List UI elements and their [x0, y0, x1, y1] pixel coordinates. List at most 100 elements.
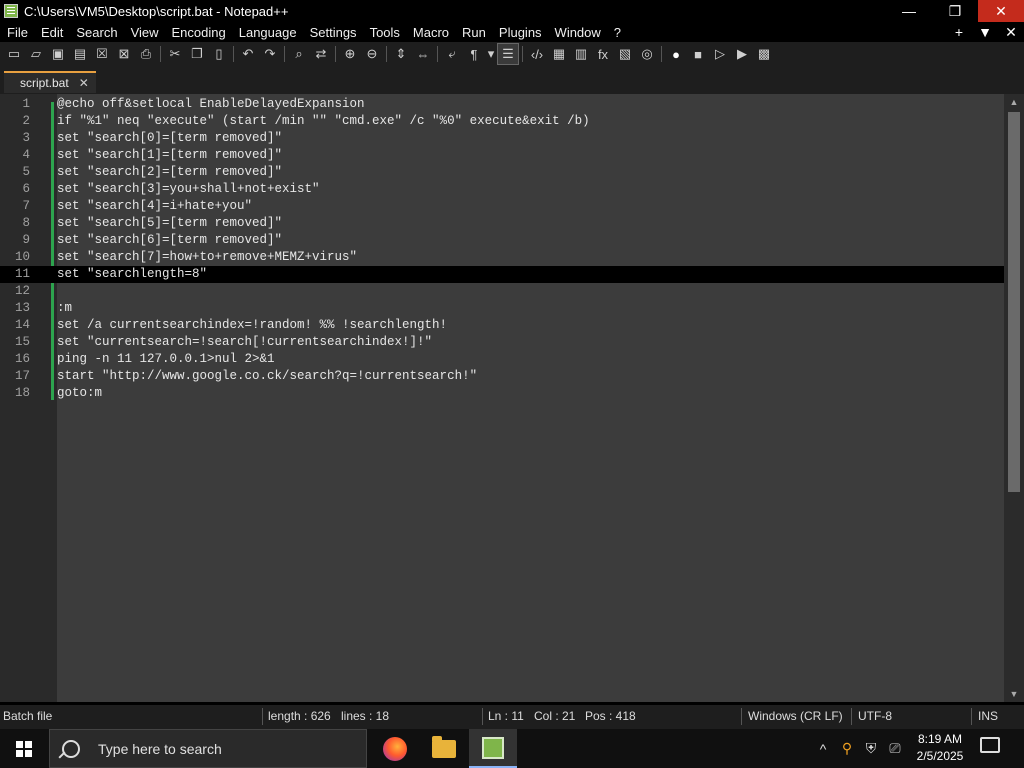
line-text: goto:m — [57, 386, 103, 400]
code-line[interactable]: 15 set "currentsearch=!search[!currentsea… — [0, 334, 1004, 351]
taskbar-search-box[interactable]: Type here to search — [49, 729, 367, 768]
menu-plugins[interactable]: Plugins — [492, 25, 548, 40]
menu-encoding[interactable]: Encoding — [165, 25, 232, 40]
code-line[interactable]: 9 set "search[6]=[term removed]" — [0, 232, 1004, 249]
menu-search[interactable]: Search — [69, 25, 123, 40]
record-macro-icon[interactable]: ● — [665, 43, 687, 65]
editor[interactable]: 1 @echo off&setlocal EnableDelayedExpansi… — [0, 94, 1024, 702]
play-macro-icon[interactable]: ▷ — [709, 43, 731, 65]
taskbar-firefox[interactable] — [371, 729, 419, 768]
folder-workspace-icon[interactable]: ▧ — [614, 43, 636, 65]
menu-edit[interactable]: Edit — [34, 25, 69, 40]
scroll-down-icon[interactable]: ▼ — [1004, 686, 1024, 702]
close-icon[interactable]: ☒ — [91, 43, 113, 65]
minimize-button[interactable]: — — [886, 0, 932, 22]
taskbar-file-explorer[interactable] — [420, 729, 468, 768]
code-line[interactable]: 7 set "search[4]=i+hate+you" — [0, 198, 1004, 215]
code-line[interactable]: 3 set "search[0]=[term removed]" — [0, 130, 1004, 147]
replace-icon[interactable]: ⇄ — [310, 43, 332, 65]
menu-file[interactable]: File — [0, 25, 34, 40]
code-line[interactable]: 18 goto:m — [0, 385, 1004, 402]
menu-macro[interactable]: Macro — [406, 25, 455, 40]
search-placeholder: Type here to search — [98, 740, 222, 757]
maximize-button[interactable]: ❐ — [932, 0, 978, 22]
firefox-icon — [383, 736, 407, 761]
code-line[interactable]: 12 — [0, 283, 1004, 300]
tab-script-bat[interactable]: script.bat ✕ — [4, 71, 96, 93]
save-all-icon[interactable]: ▤ — [69, 43, 91, 65]
word-wrap-icon[interactable]: ⤶ — [441, 43, 463, 65]
status-eol[interactable]: Windows (CR LF) — [748, 709, 843, 723]
find-icon[interactable]: ⌕ — [288, 43, 310, 65]
taskbar-clock[interactable]: 8:19 AM 2/5/2025 — [910, 731, 970, 765]
menu-view[interactable]: View — [124, 25, 165, 40]
menu-help[interactable]: ? — [607, 25, 627, 40]
redo-icon[interactable]: ↷ — [259, 43, 281, 65]
line-number: 2 — [22, 114, 30, 128]
cut-icon[interactable]: ✂ — [164, 43, 186, 65]
taskbar-notepad-plus-plus[interactable] — [469, 729, 517, 768]
scroll-thumb[interactable] — [1008, 112, 1020, 492]
sync-horizontal-icon[interactable]: ⇔ — [412, 43, 434, 65]
window-title: C:\Users\VM5\Desktop\script.bat - Notepa… — [24, 3, 289, 19]
new-tab-button[interactable]: + — [946, 24, 972, 40]
line-text: set "search[3]=you+shall+not+exist" — [57, 182, 320, 196]
show-hidden-icons-button[interactable]: ^ — [812, 729, 834, 768]
zoom-out-icon[interactable]: ⊖ — [361, 43, 383, 65]
menu-run[interactable]: Run — [455, 25, 492, 40]
tab-close-icon[interactable]: ✕ — [79, 76, 89, 90]
new-file-icon[interactable]: ▭ — [3, 43, 25, 65]
code-line[interactable]: 2 if "%1" neq "execute" (start /min "" "c… — [0, 113, 1004, 130]
save-macro-icon[interactable]: ▩ — [753, 43, 775, 65]
line-text: set "search[2]=[term removed]" — [57, 165, 283, 179]
start-button[interactable] — [0, 729, 48, 768]
copy-icon[interactable]: ❐ — [186, 43, 208, 65]
notification-icon[interactable] — [980, 737, 1000, 753]
show-all-chars-icon[interactable]: ¶ — [463, 43, 485, 65]
function-list-icon[interactable]: fx — [592, 43, 614, 65]
menu-settings[interactable]: Settings — [303, 25, 363, 40]
sync-vertical-icon[interactable]: ⇕ — [390, 43, 412, 65]
code-line[interactable]: 1 @echo off&setlocal EnableDelayedExpansi… — [0, 96, 1004, 113]
menu-language[interactable]: Language — [232, 25, 303, 40]
status-insert-mode[interactable]: INS — [978, 709, 998, 723]
code-line[interactable]: 17 start "http://www.google.co.ck/search?… — [0, 368, 1004, 385]
save-icon[interactable]: ▣ — [47, 43, 69, 65]
tab-list-dropdown[interactable]: ▼ — [972, 24, 998, 40]
code-line[interactable]: 10 set "search[7]=how+to+remove+MEMZ+viru… — [0, 249, 1004, 266]
status-encoding[interactable]: UTF-8 — [858, 709, 892, 723]
code-line[interactable]: 5 set "search[2]=[term removed]" — [0, 164, 1004, 181]
print-icon[interactable]: ⎙ — [135, 43, 157, 65]
menu-tools[interactable]: Tools — [363, 25, 406, 40]
toolbar-separator — [284, 46, 285, 62]
line-number: 11 — [14, 267, 30, 281]
close-window-button[interactable]: ✕ — [978, 0, 1024, 22]
menu-window[interactable]: Window — [548, 25, 607, 40]
document-map-icon[interactable]: ▦ — [548, 43, 570, 65]
monitoring-icon[interactable]: ◎ — [636, 43, 658, 65]
undo-icon[interactable]: ↶ — [237, 43, 259, 65]
dropdown-icon[interactable]: ▾ — [485, 43, 497, 65]
zoom-in-icon[interactable]: ⊕ — [339, 43, 361, 65]
play-macro-multiple-icon[interactable]: ▶ — [731, 43, 753, 65]
code-line[interactable]: 14 set /a currentsearchindex=!random! %% … — [0, 317, 1004, 334]
document-list-icon[interactable]: ▥ — [570, 43, 592, 65]
vertical-scrollbar[interactable]: ▲ ▼ — [1004, 94, 1024, 702]
open-file-icon[interactable]: ▱ — [25, 43, 47, 65]
xml-tag-icon[interactable]: ‹/› — [526, 43, 548, 65]
windows-security-icon[interactable]: ⛨ — [860, 729, 882, 768]
paste-icon[interactable]: ▯ — [208, 43, 230, 65]
code-line[interactable]: 6 set "search[3]=you+shall+not+exist" — [0, 181, 1004, 198]
close-tab-button[interactable]: ✕ — [998, 24, 1024, 41]
stop-macro-icon[interactable]: ■ — [687, 43, 709, 65]
code-line[interactable]: 13:m — [0, 300, 1004, 317]
close-all-icon[interactable]: ⊠ — [113, 43, 135, 65]
tray-app-icon[interactable]: ⚲ — [836, 729, 858, 768]
network-icon[interactable]: ⎚ — [884, 729, 906, 768]
code-line[interactable]: 8 set "search[5]=[term removed]" — [0, 215, 1004, 232]
code-line[interactable]: 16 ping -n 11 127.0.0.1>nul 2>&1 — [0, 351, 1004, 368]
indent-guide-icon[interactable]: ☰ — [497, 43, 519, 65]
code-line[interactable]: 4 set "search[1]=[term removed]" — [0, 147, 1004, 164]
code-line[interactable]: 11 set "searchlength=8" — [0, 266, 1004, 283]
scroll-up-icon[interactable]: ▲ — [1004, 94, 1024, 110]
